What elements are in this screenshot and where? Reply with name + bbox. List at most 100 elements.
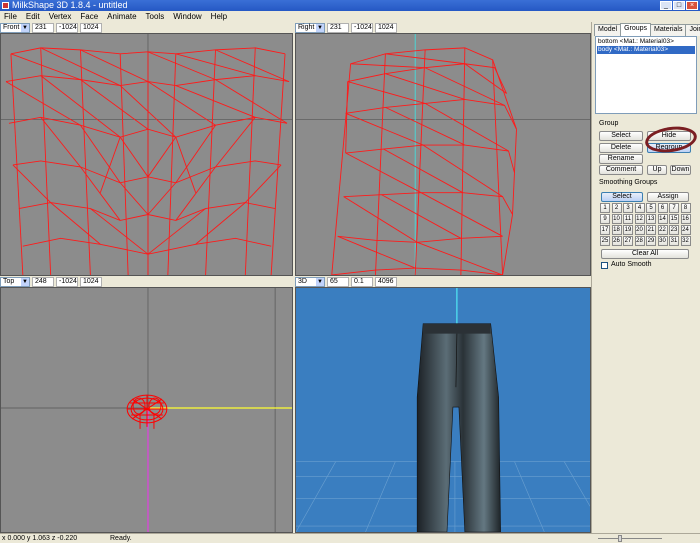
hide-button[interactable]: Hide [647,131,691,141]
smoothing-group-15-button[interactable]: 15 [669,214,679,224]
viewport-canvas[interactable] [0,33,293,276]
window-title: MilkShape 3D 1.8.4 - untitled [12,0,128,10]
smoothing-group-12-button[interactable]: 12 [634,214,645,224]
down-button[interactable]: Down [670,165,691,175]
smoothing-group-1-button[interactable]: 1 [600,203,610,213]
status-message: Ready. [110,535,132,542]
view-selector[interactable]: Front ▼ [0,22,30,33]
list-item[interactable]: body <Mat.: Material03> [597,46,695,54]
far-field[interactable]: 4096 [375,276,397,287]
chevron-down-icon: ▼ [316,23,324,32]
smoothing-group-30-button[interactable]: 30 [657,236,668,246]
menu-file[interactable]: File [4,11,17,22]
smoothing-group-27-button[interactable]: 27 [623,236,633,246]
smoothing-group-14-button[interactable]: 14 [657,214,668,224]
zoom-field[interactable]: 231 [32,22,54,33]
viewport-front[interactable]: Front ▼ 231 -1024 1024 [0,22,293,276]
smoothing-group-6-button[interactable]: 6 [657,203,668,213]
near-field[interactable]: -1024 [351,22,373,33]
tab-groups[interactable]: Groups [620,23,652,36]
tab-materials[interactable]: Materials [650,24,687,36]
groups-list[interactable]: bottom <Mat.: Material03> body <Mat.: Ma… [595,36,697,114]
delete-button[interactable]: Delete [599,143,643,153]
smoothing-group-32-button[interactable]: 32 [680,236,691,246]
smoothing-group-17-button[interactable]: 17 [600,225,610,235]
group-section-label: Group [599,120,619,127]
viewport-top[interactable]: Top ▼ 248 -1024 1024 [0,276,293,533]
timeline-slider-handle[interactable] [618,535,622,542]
view-selector[interactable]: Top ▼ [0,276,30,287]
near-field[interactable]: -1024 [56,276,78,287]
fov-field[interactable]: 65 [327,276,349,287]
tab-model[interactable]: Model [594,24,622,36]
viewport-3d[interactable]: 3D ▼ 65 0.1 4096 [295,276,591,533]
smoothing-group-24-button[interactable]: 24 [680,225,691,235]
smoothing-group-7-button[interactable]: 7 [669,203,679,213]
near-field[interactable]: -1024 [56,22,78,33]
tab-joints[interactable]: Joints [685,24,700,36]
smoothing-group-10-button[interactable]: 10 [611,214,622,224]
smoothing-group-18-button[interactable]: 18 [611,225,622,235]
smoothing-group-4-button[interactable]: 4 [634,203,645,213]
right-wireframe [296,34,590,275]
minimize-button[interactable]: _ [660,1,672,10]
smoothing-groups-grid: 1 2 3 4 5 6 7 8 9 10 11 12 13 14 15 16 17 18 19 20 21 22 23 24 2… [600,203,692,247]
viewport-canvas[interactable] [295,287,591,533]
smoothing-group-3-button[interactable]: 3 [623,203,633,213]
close-button[interactable]: × [686,1,698,10]
up-button[interactable]: Up [647,165,667,175]
near-field[interactable]: 0.1 [351,276,373,287]
menu-tools[interactable]: Tools [146,11,165,22]
menu-window[interactable]: Window [173,11,201,22]
menu-animate[interactable]: Animate [107,11,136,22]
smoothing-group-19-button[interactable]: 19 [623,225,633,235]
menu-vertex[interactable]: Vertex [49,11,72,22]
smoothing-group-21-button[interactable]: 21 [646,225,656,235]
smoothing-group-2-button[interactable]: 2 [611,203,622,213]
viewport-canvas[interactable] [295,33,591,276]
smoothing-select-button[interactable]: Select [601,192,643,202]
smoothing-group-16-button[interactable]: 16 [680,214,691,224]
smoothing-group-29-button[interactable]: 29 [646,236,656,246]
view-selector[interactable]: Right ▼ [295,22,325,33]
smoothing-group-28-button[interactable]: 28 [634,236,645,246]
menu-face[interactable]: Face [80,11,98,22]
far-field[interactable]: 1024 [80,22,102,33]
menu-bar: File Edit Vertex Face Animate Tools Wind… [0,11,700,22]
view-selector[interactable]: 3D ▼ [295,276,325,287]
smoothing-group-25-button[interactable]: 25 [600,236,610,246]
smoothing-group-23-button[interactable]: 23 [669,225,679,235]
timeline-slider-track[interactable] [598,538,662,539]
maximize-button[interactable]: □ [673,1,685,10]
smoothing-group-20-button[interactable]: 20 [634,225,645,235]
smoothing-group-13-button[interactable]: 13 [646,214,656,224]
menu-help[interactable]: Help [211,11,227,22]
rename-button[interactable]: Rename [599,154,643,164]
comment-button[interactable]: Comment [599,165,643,175]
zoom-field[interactable]: 248 [32,276,54,287]
auto-smooth-checkbox[interactable] [601,262,608,269]
smoothing-group-8-button[interactable]: 8 [680,203,691,213]
select-button[interactable]: Select [599,131,643,141]
smoothing-assign-button[interactable]: Assign [647,192,689,202]
smoothing-section-label: Smoothing Groups [599,179,658,186]
smoothing-group-9-button[interactable]: 9 [600,214,610,224]
smoothing-group-31-button[interactable]: 31 [669,236,679,246]
viewport-canvas[interactable] [0,287,293,533]
app-icon [2,2,9,9]
viewport-right[interactable]: Right ▼ 231 -1024 1024 [295,22,591,276]
clear-all-button[interactable]: Clear All [601,249,689,259]
far-field[interactable]: 1024 [375,22,397,33]
chevron-down-icon: ▼ [21,23,29,32]
top-wireframe [1,288,292,532]
list-item[interactable]: bottom <Mat.: Material03> [597,38,695,46]
regroup-button[interactable]: Regroup [647,143,691,153]
smoothing-group-26-button[interactable]: 26 [611,236,622,246]
menu-edit[interactable]: Edit [26,11,40,22]
smoothing-group-5-button[interactable]: 5 [646,203,656,213]
auto-smooth-label: Auto Smooth [611,261,652,268]
smoothing-group-22-button[interactable]: 22 [657,225,668,235]
far-field[interactable]: 1024 [80,276,102,287]
smoothing-group-11-button[interactable]: 11 [623,214,633,224]
zoom-field[interactable]: 231 [327,22,349,33]
